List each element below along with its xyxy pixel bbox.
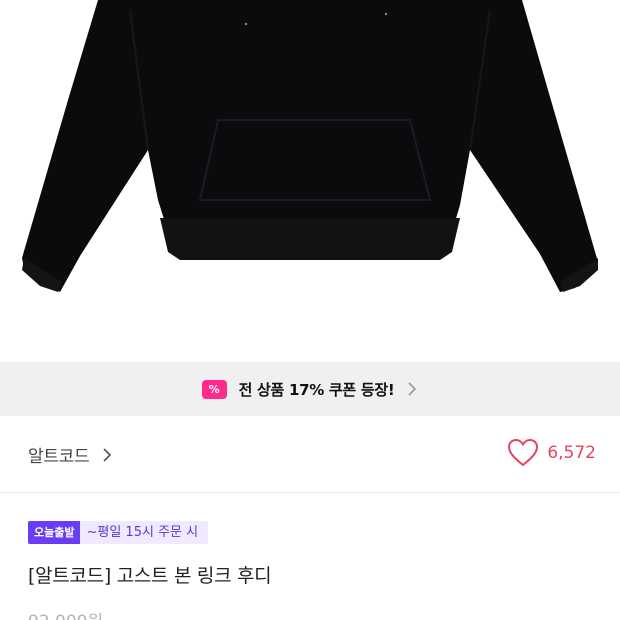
brand-name: 알트코드 xyxy=(28,447,90,467)
chevron-right-icon xyxy=(103,447,112,462)
today-shipping-badge: 오늘출발 xyxy=(28,521,81,544)
chevron-right-icon xyxy=(408,382,417,396)
brand-link[interactable]: 알트코드 xyxy=(28,442,112,467)
product-original-price: 92,000원 xyxy=(28,607,103,620)
brand-row: 알트코드 6,572 xyxy=(0,416,620,493)
delivery-badges: 오늘출발 ~평일 15시 주문 시 xyxy=(28,521,209,544)
like-button[interactable]: 6,572 xyxy=(507,438,596,468)
coupon-banner-text: 전 상품 17% 쿠폰 등장! xyxy=(238,380,395,399)
coupon-banner[interactable]: % 전 상품 17% 쿠폰 등장! xyxy=(0,362,620,416)
percent-coupon-icon: % xyxy=(201,379,227,399)
product-title: [알트코드] 고스트 본 링크 후디 xyxy=(28,565,272,587)
like-count: 6,572 xyxy=(547,443,596,463)
product-image[interactable] xyxy=(0,0,620,362)
heart-icon xyxy=(508,438,539,467)
hoodie-image xyxy=(22,0,598,292)
shipping-time-badge: ~평일 15시 주문 시 xyxy=(80,521,209,544)
